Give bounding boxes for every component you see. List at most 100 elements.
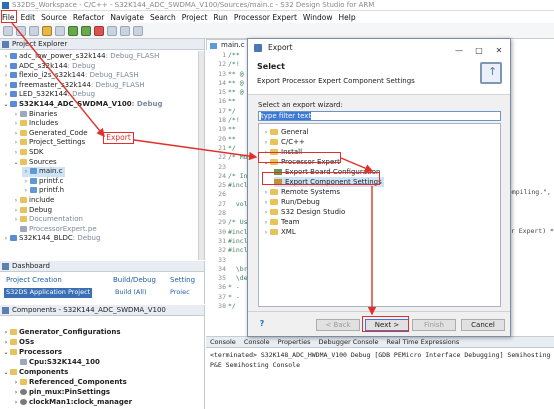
menu-search[interactable]: Search [150,13,176,22]
wizard-item-general[interactable]: › General [262,127,309,137]
tree-item-printf-h[interactable]: › printf.h [22,186,64,196]
expand-icon[interactable]: › [12,196,20,206]
tree-item-project[interactable]: › ADC_s32k144: Debug [2,62,95,72]
dashboard-project-link[interactable]: Proiec [168,288,192,298]
component-oss[interactable]: › OSs [2,338,34,348]
new-icon[interactable] [3,25,13,36]
expand-icon[interactable]: › [12,378,20,388]
expand-icon[interactable]: › [12,138,20,148]
back-icon[interactable] [120,25,130,36]
wizard-item-team[interactable]: › Team [262,217,300,227]
save-icon[interactable] [16,25,26,36]
component-components[interactable]: ⌄ Components [2,368,68,378]
tree-item-debug[interactable]: › Debug [12,206,52,216]
tree-item-sdk[interactable]: › SDK [12,148,44,158]
forward-icon[interactable] [133,25,143,36]
tree-item-generated-code[interactable]: › Generated_Code [12,129,88,139]
clean-icon[interactable] [55,25,65,36]
tree-item-includes[interactable]: › Includes [12,119,58,129]
expand-icon[interactable]: › [2,328,10,338]
tree-item-sources[interactable]: ⌄ Sources [12,158,56,168]
expand-icon[interactable]: › [12,129,20,139]
dashboard-section-build-debug[interactable]: Build/Debug [113,276,156,286]
menu-source[interactable]: Source [41,13,67,22]
collapse-icon[interactable]: ⌄ [12,158,20,168]
tree-item-project-active[interactable]: ⌄ S32K144_ADC_SWDMA_V100: Debug [2,100,162,110]
build-icon[interactable] [42,25,52,36]
search-icon[interactable] [107,25,117,36]
menu-edit[interactable]: Edit [21,13,36,22]
tree-item-include[interactable]: › include [12,196,55,206]
expand-icon[interactable]: › [22,177,30,187]
tree-item-project[interactable]: › LED_S32K144: Debug [2,90,95,100]
wizard-item-cpp[interactable]: › C/C++ [262,137,305,147]
expand-icon[interactable]: › [12,119,20,129]
help-icon[interactable]: ? [256,319,268,331]
dashboard-new-project-link[interactable]: S32DS Application Project [4,288,93,298]
expand-icon[interactable]: › [2,338,10,348]
tree-item-project[interactable]: › freemaster_s32k144: Debug_FLASH [2,81,145,91]
cancel-button[interactable]: Cancel [461,319,505,331]
collapse-icon[interactable]: ⌄ [2,368,10,378]
wizard-item-remote-systems[interactable]: › Remote Systems [262,187,340,197]
tree-item-main-c[interactable]: › main.c [22,167,65,177]
tree-item-binaries[interactable]: › Binaries [12,110,57,120]
expand-icon[interactable]: › [22,186,30,196]
expand-icon[interactable]: › [12,398,20,408]
tree-item-project[interactable]: › S32K144_BLDC: Debug [2,234,101,244]
project-explorer-scrollbar[interactable] [198,51,204,260]
expand-icon[interactable]: › [2,71,10,81]
expand-icon[interactable]: › [22,167,30,177]
component-processors[interactable]: ⌄ Processors [2,348,62,358]
tab-console-2[interactable]: Console [244,338,270,346]
wizard-item-xml[interactable]: › XML [262,227,296,237]
dashboard-build-all-link[interactable]: Build (All) [113,288,149,298]
finish-button[interactable]: Finish [412,319,456,331]
menu-help[interactable]: Help [338,13,355,22]
menu-project[interactable]: Project [182,13,208,22]
menu-navigate[interactable]: Navigate [110,13,144,22]
editor-tab-main-c[interactable]: main.c [206,39,252,50]
menu-run[interactable]: Run [213,13,227,22]
tab-debugger-console[interactable]: Debugger Console [318,338,378,346]
expand-icon[interactable]: › [262,228,270,238]
expand-icon[interactable]: › [2,90,10,100]
wizard-item-run-debug[interactable]: › Run/Debug [262,197,320,207]
tree-item-processor-expert-pe[interactable]: ProcessorExpert.pe [12,225,97,235]
collapse-icon[interactable]: ⌄ [2,100,10,110]
menu-processor-expert[interactable]: Processor Expert [234,13,297,22]
expand-icon[interactable]: › [2,62,10,72]
expand-icon[interactable]: › [2,234,10,244]
expand-icon[interactable]: › [12,388,20,398]
collapse-icon[interactable]: ⌄ [2,348,10,358]
tree-item-project-settings[interactable]: › Project_Settings [12,138,85,148]
tab-console-1[interactable]: Console [210,338,236,346]
run-icon[interactable] [81,25,91,36]
tree-item-project[interactable]: › adc_low_power_s32k144: Debug_FLASH [2,52,160,62]
component-pin-mux[interactable]: › pin_mux:PinSettings [12,388,110,398]
tree-item-project[interactable]: › flexio_i2s_s32k144: Debug_FLASH [2,71,139,81]
expand-icon[interactable]: › [12,148,20,158]
component-cpu[interactable]: Cpu:S32K144_100 [12,358,100,368]
component-clock-manager[interactable]: › clockMan1:clock_manager [12,398,132,408]
component-generator-configurations[interactable]: › Generator_Configurations [2,328,121,338]
back-button[interactable]: < Back [316,319,360,331]
filter-input[interactable]: type filter text [258,111,501,121]
expand-icon[interactable]: › [12,206,20,216]
print-icon[interactable] [29,25,39,36]
expand-icon[interactable]: › [2,52,10,62]
tab-properties[interactable]: Properties [278,338,311,346]
tree-item-printf-c[interactable]: › printf.c [22,177,64,187]
stop-icon[interactable] [94,25,104,36]
wizard-item-s32-design-studio[interactable]: › S32 Design Studio [262,207,345,217]
tab-real-time-expressions[interactable]: Real Time Expressions [387,338,460,346]
debug-icon[interactable] [68,25,78,36]
dashboard-section-project-creation[interactable]: Project Creation [6,276,62,286]
tree-item-documentation[interactable]: › Documentation [12,215,83,225]
menu-window[interactable]: Window [303,13,333,22]
dashboard-section-setting[interactable]: Setting [170,276,195,286]
expand-icon[interactable]: › [12,110,20,120]
menu-refactor[interactable]: Refactor [73,13,104,22]
component-referenced[interactable]: › Referenced_Components [12,378,127,388]
expand-icon[interactable]: › [12,215,20,225]
